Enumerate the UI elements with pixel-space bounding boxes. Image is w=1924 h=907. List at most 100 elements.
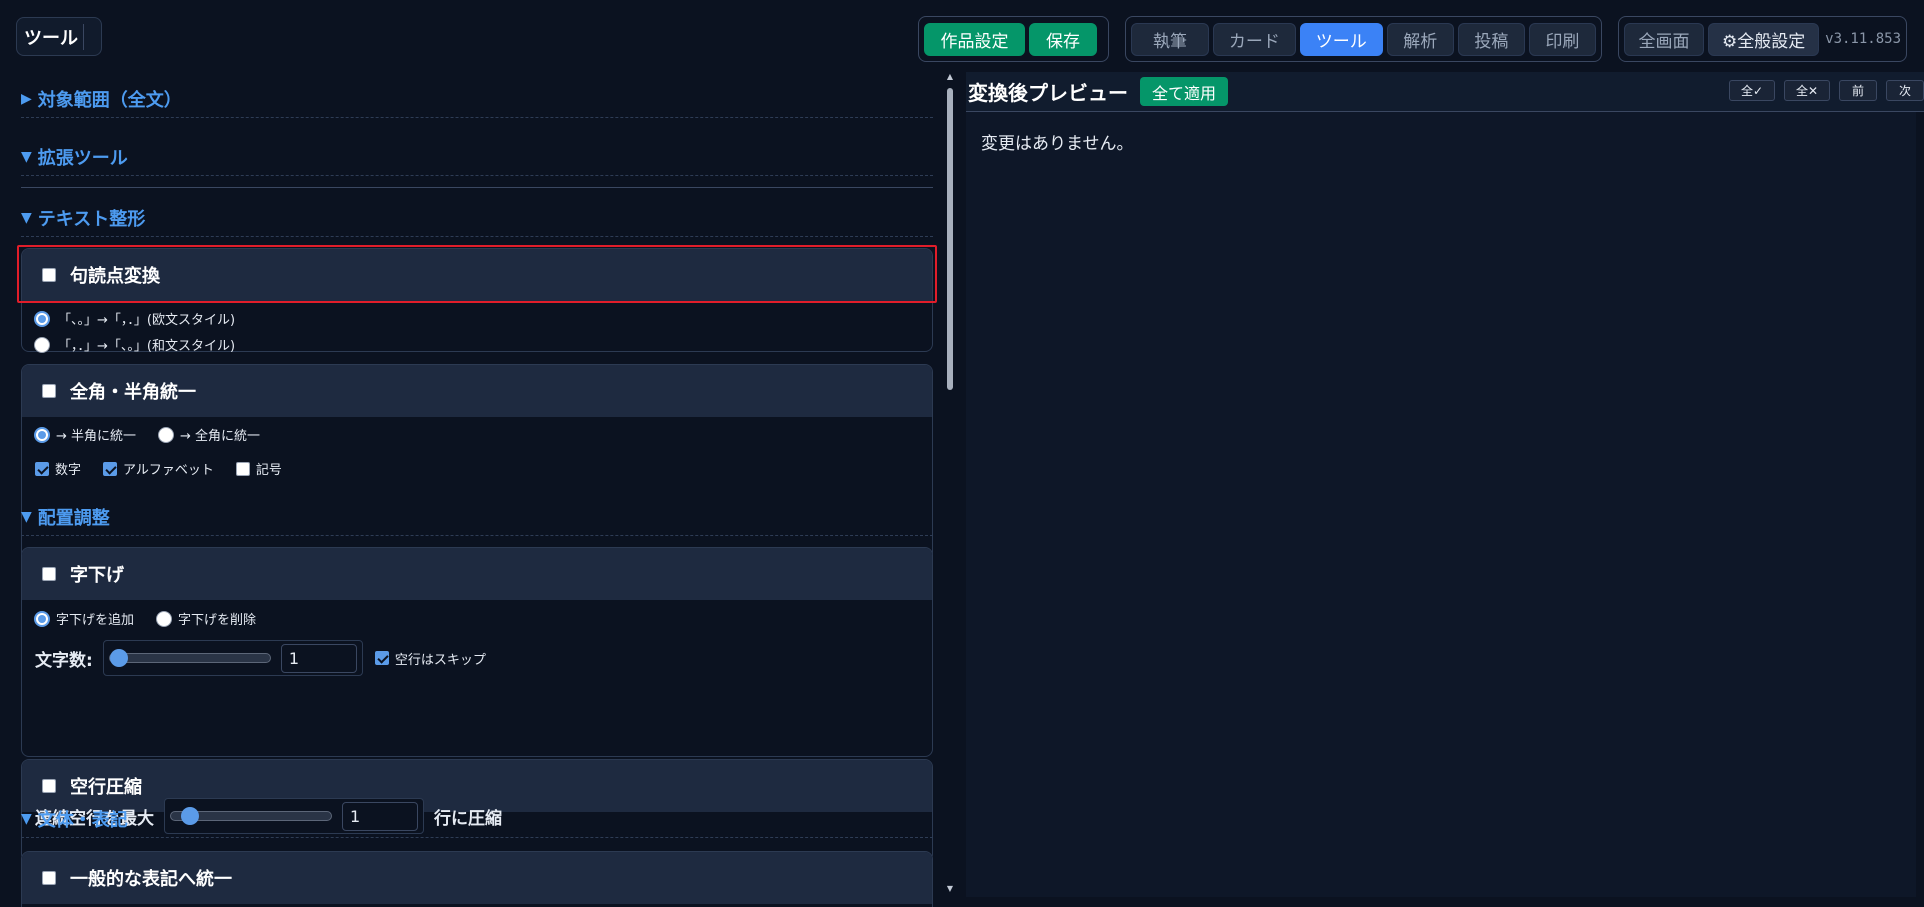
target-alphabet[interactable]: アルファベット <box>103 459 214 478</box>
scroll-down-icon[interactable]: ▼ <box>945 884 955 893</box>
section-layout-label: 配置調整 <box>37 507 110 529</box>
preview-nav: 全✓ 全✕ 前 次 <box>1729 80 1924 101</box>
scroll-up-icon[interactable]: ▲ <box>945 72 955 81</box>
tab-cards[interactable]: カード <box>1212 22 1296 56</box>
digits-checkbox[interactable] <box>35 461 49 476</box>
unify-notation-card: 一般的な表記へ統一 <box>21 851 933 907</box>
alphabet-checkbox[interactable] <box>103 461 118 476</box>
tool-title-divider <box>83 24 84 50</box>
fullscreen-button[interactable]: 全画面 <box>1624 22 1705 56</box>
target-symbols-label: 記号 <box>255 463 282 478</box>
indent-count-input[interactable]: 1 <box>280 643 357 673</box>
expand-arrow-icon: ▶ <box>21 90 32 107</box>
indent-card-header[interactable]: 字下げ <box>22 548 932 600</box>
skip-blank-checkbox[interactable] <box>374 651 389 665</box>
indent-count-slider[interactable] <box>108 649 271 667</box>
preview-panel: 変換後プレビュー 全て適用 全✓ 全✕ 前 次 変更はありません。 <box>966 72 1924 897</box>
section-text-format-label: テキスト整形 <box>37 208 146 230</box>
width-option-half[interactable]: → 半角に統一 <box>34 425 136 444</box>
tab-post[interactable]: 投稿 <box>1457 22 1525 56</box>
skip-blank-label: 空行はスキップ <box>394 652 486 668</box>
skip-blank-option[interactable]: 空行はスキップ <box>374 649 486 668</box>
indent-count-control: 1 <box>102 640 363 676</box>
slider-knob[interactable] <box>109 649 128 667</box>
target-digits-label: 数字 <box>55 463 82 478</box>
tab-print[interactable]: 印刷 <box>1528 22 1596 56</box>
punctuation-option-western[interactable]: 「、。」→「，．」(欧文スタイル) <box>34 309 235 328</box>
indent-count-row: 文字数: 1 空行はスキップ <box>35 640 486 676</box>
unify-notation-checkbox[interactable] <box>42 871 56 885</box>
project-settings-button[interactable]: 作品設定 <box>924 22 1025 56</box>
tools-panel: ▶ 対象範囲（全文） ▼ 拡張ツール ▼ テキスト整形 句読点変換 「、。」→「… <box>0 72 944 907</box>
width-unify-targets: 数字 アルファベット 記号 <box>35 459 282 478</box>
width-option-half-label: → 半角に統一 <box>56 429 137 444</box>
save-button[interactable]: 保存 <box>1029 22 1097 56</box>
section-layout[interactable]: ▼ 配置調整 <box>21 498 933 536</box>
section-extension-tools[interactable]: ▼ 拡張ツール <box>21 138 933 176</box>
radio-full-width[interactable] <box>158 426 175 443</box>
radio-western-style[interactable] <box>34 310 50 327</box>
punctuation-option-western-label: 「、。」→「，．」(欧文スタイル) <box>58 313 236 328</box>
tool-title: ツール <box>16 17 102 56</box>
symbols-checkbox[interactable] <box>235 461 250 476</box>
indent-option-add-label: 字下げを追加 <box>56 613 135 628</box>
unify-notation-card-header[interactable]: 一般的な表記へ統一 <box>22 852 932 904</box>
width-unify-direction: → 半角に統一 → 全角に統一 <box>34 425 260 444</box>
apply-all-button[interactable]: 全て適用 <box>1140 77 1229 106</box>
collapse-arrow-icon: ▼ <box>21 810 32 827</box>
radio-half-width[interactable] <box>34 426 50 443</box>
left-panel-scrollbar[interactable]: ▲ ▼ <box>945 72 955 897</box>
indent-option-remove[interactable]: 字下げを削除 <box>156 609 256 628</box>
tab-tools[interactable]: ツール <box>1299 22 1383 56</box>
indent-option-add[interactable]: 字下げを追加 <box>34 609 134 628</box>
section-scope-label: 対象範囲（全文） <box>37 89 182 111</box>
collapse-arrow-icon: ▼ <box>21 148 32 165</box>
general-settings-button[interactable]: ⚙全般設定 <box>1708 22 1820 56</box>
section-text-format[interactable]: ▼ テキスト整形 <box>21 199 933 237</box>
indent-title: 字下げ <box>70 565 124 586</box>
next-button[interactable]: 次 <box>1886 80 1924 101</box>
radio-japanese-style[interactable] <box>34 336 50 353</box>
collapse-arrow-icon: ▼ <box>21 209 32 226</box>
divider <box>21 187 933 188</box>
punctuation-option-japanese-label: 「，．」→「、。」(和文スタイル) <box>58 339 236 354</box>
width-unify-title: 全角・半角統一 <box>70 382 196 403</box>
collapse-arrow-icon: ▼ <box>21 508 32 525</box>
empty-preview-message: 変更はありません。 <box>981 134 1134 154</box>
target-digits[interactable]: 数字 <box>35 459 81 478</box>
blank-compress-title: 空行圧縮 <box>70 777 142 798</box>
width-unify-checkbox[interactable] <box>42 384 56 398</box>
prev-button[interactable]: 前 <box>1839 80 1877 101</box>
section-extension-tools-label: 拡張ツール <box>37 147 128 169</box>
scrollbar-thumb[interactable] <box>947 88 953 390</box>
tab-analysis[interactable]: 解析 <box>1386 22 1454 56</box>
punctuation-card-header[interactable]: 句読点変換 <box>22 249 932 301</box>
punctuation-option-japanese[interactable]: 「，．」→「、。」(和文スタイル) <box>34 335 235 354</box>
section-scope[interactable]: ▶ 対象範囲（全文） <box>21 80 933 118</box>
radio-indent-add[interactable] <box>34 610 50 627</box>
punctuation-checkbox[interactable] <box>42 268 56 282</box>
mode-tabs: 執筆 カード ツール 解析 投稿 印刷 <box>1125 16 1602 62</box>
section-style[interactable]: ▼ 文体・表記 <box>21 800 933 838</box>
target-alphabet-label: アルファベット <box>123 463 214 478</box>
tool-title-label: ツール <box>24 27 78 49</box>
width-unify-card-header[interactable]: 全角・半角統一 <box>22 365 932 417</box>
indent-count-label: 文字数: <box>35 650 93 671</box>
check-all-button[interactable]: 全✓ <box>1729 80 1775 101</box>
uncheck-all-button[interactable]: 全✕ <box>1784 80 1830 101</box>
section-style-label: 文体・表記 <box>37 809 128 831</box>
project-actions-group: 作品設定 保存 <box>918 16 1109 62</box>
width-option-full[interactable]: → 全角に統一 <box>158 425 260 444</box>
preview-header: 変換後プレビュー 全て適用 全✓ 全✕ 前 次 <box>966 72 1924 112</box>
target-symbols[interactable]: 記号 <box>235 459 282 478</box>
tab-writing[interactable]: 執筆 <box>1131 22 1209 56</box>
blank-compress-checkbox[interactable] <box>42 779 56 793</box>
punctuation-title: 句読点変換 <box>70 266 160 287</box>
radio-indent-remove[interactable] <box>156 610 173 627</box>
indent-checkbox[interactable] <box>42 567 56 581</box>
indent-mode: 字下げを追加 字下げを削除 <box>34 609 256 628</box>
width-option-full-label: → 全角に統一 <box>180 429 261 444</box>
indent-option-remove-label: 字下げを削除 <box>178 613 257 628</box>
unify-notation-title: 一般的な表記へ統一 <box>70 869 232 890</box>
preview-title: 変換後プレビュー <box>968 81 1128 105</box>
